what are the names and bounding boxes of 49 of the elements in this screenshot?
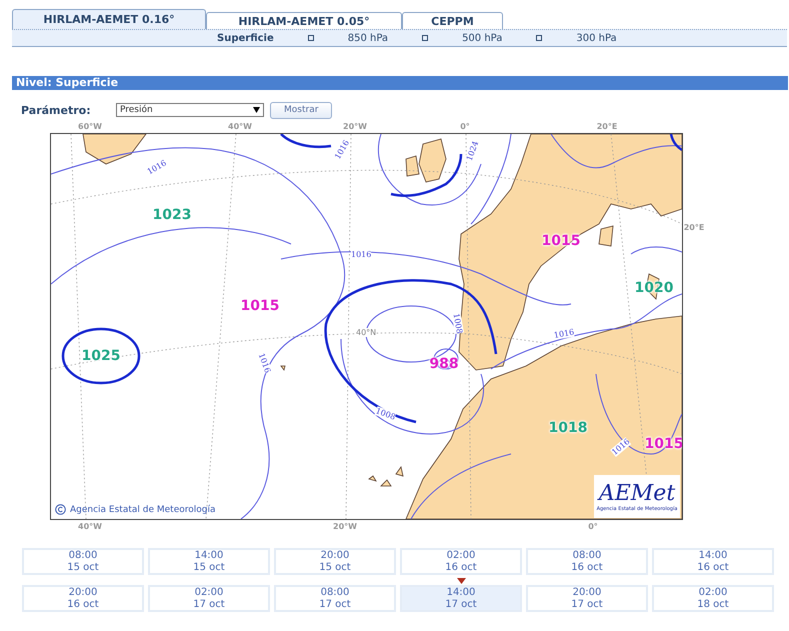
parameter-label: Parámetro: bbox=[21, 104, 92, 116]
longitude-label: 20°W bbox=[333, 522, 357, 531]
parameter-dropdown[interactable]: Presión bbox=[116, 103, 264, 117]
level-link[interactable]: Superficie bbox=[217, 32, 274, 44]
longitude-label: 40°W bbox=[228, 122, 252, 131]
forecast-time-button[interactable]: 02:00 16 oct bbox=[400, 548, 522, 575]
triangle-marker-icon bbox=[457, 578, 466, 584]
longitude-label: 60°W bbox=[78, 122, 102, 131]
forecast-time-button[interactable]: 20:00 17 oct bbox=[526, 585, 648, 612]
longitude-label: 0° bbox=[588, 522, 598, 531]
pressure-value: 1015 bbox=[240, 298, 280, 314]
forecast-time-button[interactable]: 02:00 18 oct bbox=[652, 585, 774, 612]
pressure-value: 1018 bbox=[548, 420, 588, 436]
isobar-label: 1016 bbox=[553, 328, 575, 340]
forecast-time-button[interactable]: 20:00 16 oct bbox=[22, 585, 144, 612]
longitude-label: 0° bbox=[460, 122, 470, 131]
forecast-time-button[interactable]: 20:00 15 oct bbox=[274, 548, 396, 575]
forecast-time-button[interactable]: 08:00 17 oct bbox=[274, 585, 396, 612]
pressure-value: 1023 bbox=[152, 207, 192, 223]
pressure-value: 1025 bbox=[82, 348, 120, 364]
longitude-label: 20°E bbox=[596, 122, 618, 131]
square-bullet-icon bbox=[422, 35, 428, 41]
forecast-time-button[interactable]: 02:00 17 oct bbox=[148, 585, 270, 612]
isobar-label: 1016 bbox=[351, 250, 372, 259]
forecast-time-button[interactable]: 14:00 16 oct bbox=[652, 548, 774, 575]
model-tab[interactable]: CEPPM bbox=[402, 12, 503, 29]
credit-text: Agencia Estatal de Meteorología bbox=[70, 504, 216, 514]
forecast-time-button[interactable]: 14:00 15 oct bbox=[148, 548, 270, 575]
isobar-label: 1024 bbox=[464, 140, 480, 162]
level-link[interactable]: 850 hPa bbox=[348, 32, 388, 44]
show-button[interactable]: Mostrar bbox=[270, 102, 332, 118]
square-bullet-icon bbox=[308, 35, 314, 41]
dropdown-caret-icon bbox=[253, 107, 260, 113]
longitude-label: 40°W bbox=[78, 522, 102, 531]
forecast-time-button[interactable]: 08:00 16 oct bbox=[526, 548, 648, 575]
latitude-label: 40°N bbox=[356, 328, 376, 337]
longitude-label: 20°W bbox=[343, 122, 367, 131]
level-header: Nivel: Superficie bbox=[12, 76, 788, 90]
level-link[interactable]: 500 hPa bbox=[462, 32, 502, 44]
square-bullet-icon bbox=[536, 35, 542, 41]
copyright-icon bbox=[55, 504, 66, 515]
model-tab[interactable]: HIRLAM-AEMET 0.05° bbox=[206, 12, 402, 29]
forecast-time-button[interactable]: 08:00 15 oct bbox=[22, 548, 144, 575]
model-tab[interactable]: HIRLAM-AEMET 0.16° bbox=[12, 9, 206, 29]
isobar-label: 1008 bbox=[452, 312, 464, 334]
longitude-label: 20°E bbox=[684, 223, 704, 232]
isobar-label: 1008 bbox=[374, 406, 397, 422]
level-link[interactable]: 300 hPa bbox=[576, 32, 617, 44]
isobar-label: 1016 bbox=[256, 352, 272, 374]
